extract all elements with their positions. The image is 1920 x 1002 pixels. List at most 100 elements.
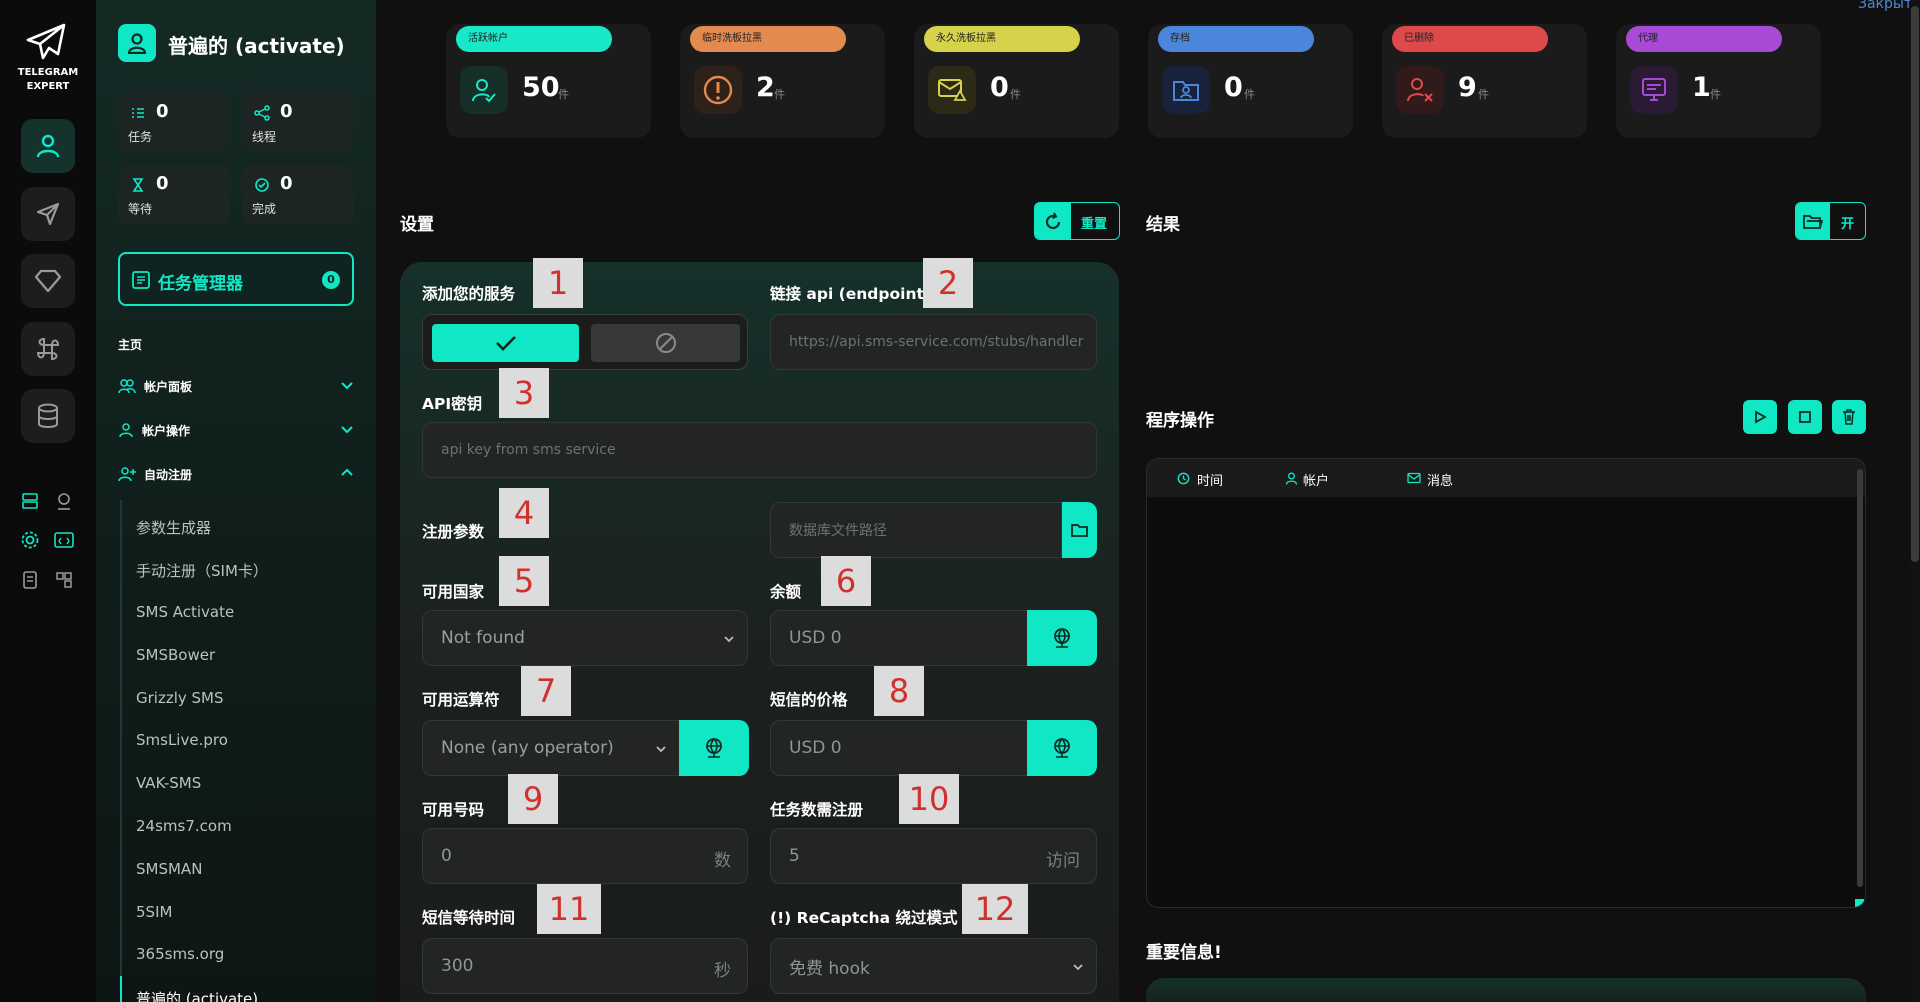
card-proxy[interactable]: 代理 1 件 (1616, 24, 1821, 138)
annotation-badge: 10 (899, 774, 959, 824)
operators-select[interactable]: None (any operator) (422, 720, 680, 776)
toggle-off-button[interactable] (591, 324, 740, 362)
settings-gear-icon[interactable] (19, 529, 41, 551)
task-manager-button[interactable]: 任务管理器 0 (118, 252, 354, 306)
card-perm-ban[interactable]: 永久洗板拉黑 0 件 (914, 24, 1119, 138)
sub-item-365sms[interactable]: 365sms.org (136, 945, 224, 963)
sub-item-smslive[interactable]: SmsLive.pro (136, 731, 228, 749)
annotation-badge: 4 (499, 488, 549, 538)
sub-item-manual-register[interactable]: 手动注册（SIM卡） (136, 560, 268, 581)
nav-account-actions[interactable]: 帐户操作 (118, 418, 354, 442)
stat-done: 0 完成 (242, 164, 354, 224)
countries-select[interactable]: Not found (422, 610, 748, 666)
rail-database-button[interactable] (21, 389, 75, 443)
annotation-badge: 6 (821, 556, 871, 606)
task-list-icon (132, 108, 144, 118)
check-circle-icon (255, 178, 269, 192)
card-deleted[interactable]: 已删除 9 件 (1382, 24, 1587, 138)
sidebar-title: 普遍的 (activate) (168, 34, 345, 58)
annotation-badge: 8 (874, 666, 924, 716)
balance-refresh-button[interactable] (1027, 610, 1097, 666)
add-service-label: 添加您的服务 (422, 285, 516, 303)
user-check-icon (460, 66, 508, 114)
sub-item-grizzly-sms[interactable]: Grizzly SMS (136, 689, 224, 707)
nav-account-panel[interactable]: 帐户面板 (118, 374, 354, 398)
card-value: 0 (1224, 72, 1243, 103)
resize-handle[interactable] (1855, 899, 1864, 907)
globe-icon (1054, 628, 1070, 648)
toggle-on-button[interactable] (432, 324, 579, 362)
reset-button[interactable]: 重置 (1034, 202, 1120, 240)
sub-item-vak-sms[interactable]: VAK-SMS (136, 774, 201, 792)
rail-send-button[interactable] (21, 187, 75, 241)
operators-label: 可用运算符 (422, 691, 500, 709)
submenu-active-marker (120, 976, 122, 1002)
play-button[interactable] (1743, 400, 1777, 434)
endpoint-label: 链接 api (endpoint) (770, 285, 931, 303)
rail-diamond-button[interactable] (21, 254, 75, 308)
sub-item-param-generator[interactable]: 参数生成器 (136, 517, 211, 538)
numbers-input[interactable]: 0 数 (422, 828, 748, 884)
nav-auto-register[interactable]: 自动注册 (118, 462, 354, 486)
sms-price-input[interactable]: USD 0 (770, 720, 1028, 776)
sub-item-smsman[interactable]: SMSMAN (136, 860, 202, 878)
column-time: 时间 (1197, 474, 1224, 489)
log-scrollbar[interactable] (1857, 469, 1863, 887)
sms-wait-input[interactable]: 300 秒 (422, 938, 748, 994)
sms-price-refresh-button[interactable] (1027, 720, 1097, 776)
user-icon (119, 423, 133, 438)
folder-user-icon (1162, 66, 1210, 114)
user-location-icon[interactable] (53, 490, 75, 512)
numbers-value: 0 (441, 846, 452, 866)
stop-icon (1799, 411, 1811, 423)
folder-open-icon (1070, 524, 1088, 537)
apikey-input[interactable]: api key from sms service (422, 422, 1097, 478)
card-value: 9 (1458, 72, 1477, 103)
sub-item-sms-activate[interactable]: SMS Activate (136, 603, 234, 621)
stat-threads: 0 线程 (242, 92, 354, 152)
card-active-accounts[interactable]: 活跃帐户 50 件 (446, 24, 651, 138)
open-results-button[interactable]: 开 (1795, 202, 1866, 240)
browse-db-button[interactable] (1062, 502, 1097, 558)
code-window-icon[interactable] (53, 529, 75, 551)
sub-item-smsbower[interactable]: SMSBower (136, 646, 215, 664)
db-path-input[interactable]: 数据库文件路径 (770, 502, 1062, 558)
operators-refresh-button[interactable] (679, 720, 749, 776)
stop-button[interactable] (1788, 400, 1822, 434)
reset-label: 重置 (1081, 217, 1108, 232)
clock-icon (1177, 472, 1190, 485)
document-list-icon[interactable] (19, 569, 41, 591)
clear-log-button[interactable] (1832, 400, 1866, 434)
proxy-icon (1630, 66, 1678, 114)
recaptcha-select[interactable]: 免费 hook (770, 938, 1097, 994)
balance-input[interactable]: USD 0 (770, 610, 1028, 666)
annotation-badge: 2 (923, 258, 973, 308)
user-icon (36, 134, 60, 158)
card-pill: 已删除 (1392, 26, 1548, 52)
tasks-input[interactable]: 5 访问 (770, 828, 1097, 884)
sub-item-5sim[interactable]: 5SIM (136, 903, 172, 921)
log-table: 时间 帐户 消息 (1146, 458, 1866, 908)
card-value: 1 (1692, 72, 1711, 103)
diamond-icon (34, 269, 62, 293)
rail-command-button[interactable] (21, 322, 75, 376)
endpoint-input[interactable]: https://api.sms-service.com/stubs/handle… (770, 314, 1097, 370)
card-temp-ban[interactable]: 临时洗板拉黑 2 件 (680, 24, 885, 138)
recaptcha-label: (!) ReCaptcha 绕过模式 (770, 909, 958, 927)
ban-icon (655, 333, 676, 353)
globe-icon (706, 738, 722, 758)
sub-item-universal-activate[interactable]: 普遍的 (activate) (136, 988, 258, 1002)
card-archive[interactable]: 存档 0 件 (1148, 24, 1353, 138)
page-scrollbar-thumb[interactable] (1911, 6, 1919, 562)
stat-tasks: 0 任务 (118, 92, 230, 152)
rail-accounts-button[interactable] (21, 119, 75, 173)
apps-grid-icon[interactable] (53, 569, 75, 591)
countries-label: 可用国家 (422, 583, 485, 601)
check-icon (495, 336, 516, 351)
column-message: 消息 (1427, 474, 1454, 489)
important-panel (1146, 978, 1866, 1002)
server-list-icon[interactable] (19, 490, 41, 512)
annotation-badge: 7 (521, 666, 571, 716)
sub-item-24sms7[interactable]: 24sms7.com (136, 817, 232, 835)
annotation-badge: 1 (533, 258, 583, 308)
